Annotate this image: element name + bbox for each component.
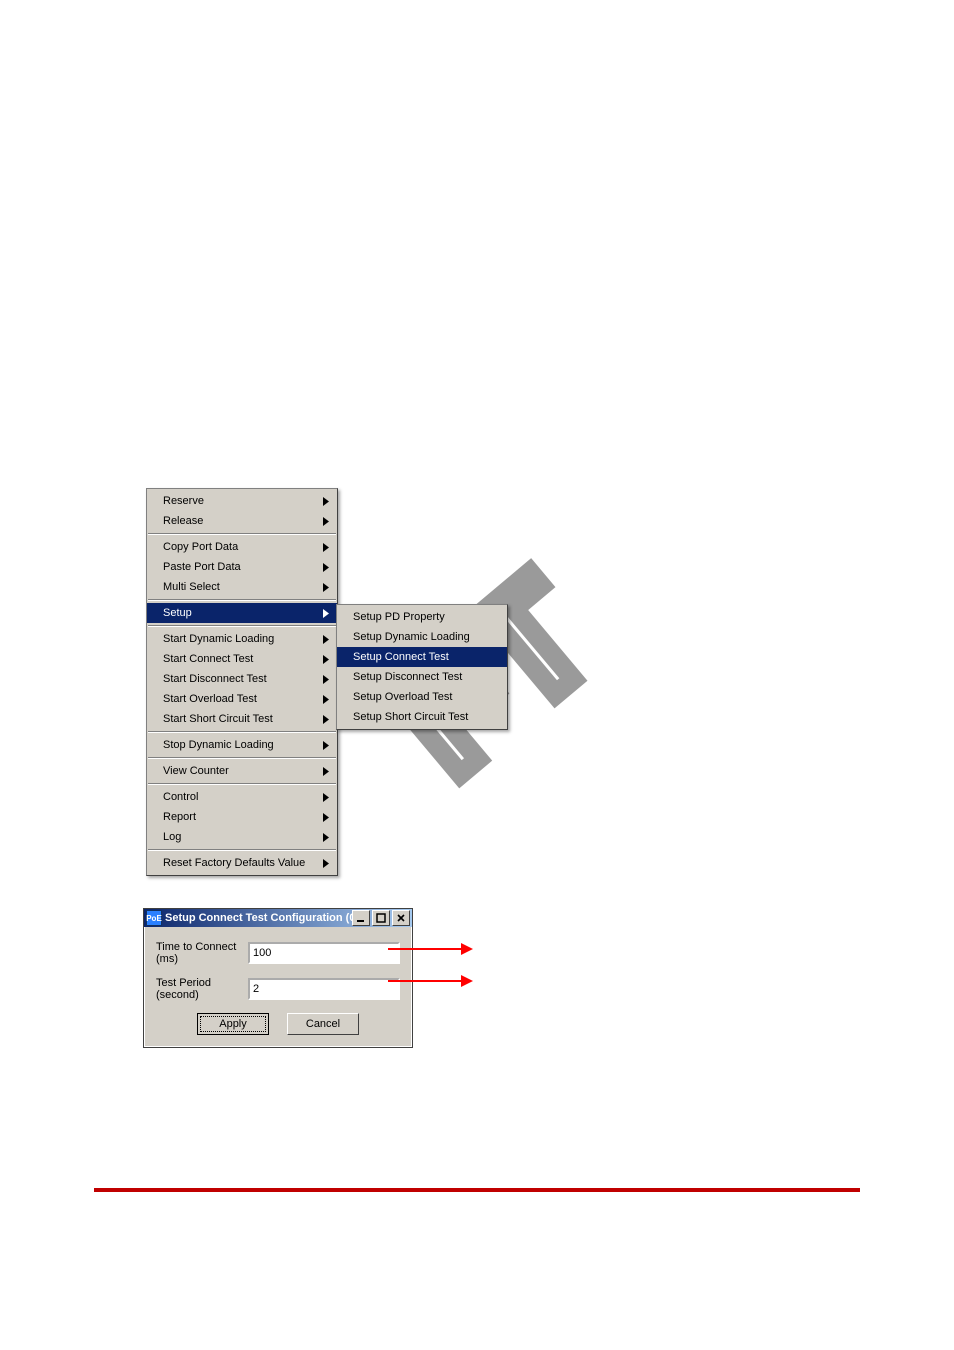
submenu-arrow-icon	[323, 563, 331, 572]
submenu-arrow-icon	[323, 833, 331, 842]
menu-item-multi-select[interactable]: Multi Select	[147, 577, 337, 597]
submenu-setup-overload-test[interactable]: Setup Overload Test	[337, 687, 507, 707]
test-period-label: Test Period (second)	[156, 977, 248, 1001]
apply-button[interactable]: Apply	[197, 1013, 269, 1035]
setup-connect-test-dialog: PoE Setup Connect Test Configuration (0.…	[143, 908, 413, 1048]
submenu-setup-disconnect-test[interactable]: Setup Disconnect Test	[337, 667, 507, 687]
menu-item-start-disconnect-test[interactable]: Start Disconnect Test	[147, 669, 337, 689]
dialog-title: Setup Connect Test Configuration (0...	[165, 912, 352, 924]
menu-item-setup[interactable]: Setup	[147, 603, 337, 623]
menu-separator	[148, 625, 336, 627]
submenu-arrow-icon	[323, 695, 331, 704]
menu-item-release[interactable]: Release	[147, 511, 337, 531]
time-to-connect-input[interactable]	[248, 942, 400, 964]
menu-item-label: Control	[163, 791, 198, 803]
menu-item-report[interactable]: Report	[147, 807, 337, 827]
menu-item-reserve[interactable]: Reserve	[147, 491, 337, 511]
submenu-arrow-icon	[323, 675, 331, 684]
menu-item-label: Start Dynamic Loading	[163, 633, 274, 645]
menu-item-label: Start Overload Test	[163, 693, 257, 705]
menu-item-view-counter[interactable]: View Counter	[147, 761, 337, 781]
menu-item-label: Setup Dynamic Loading	[353, 631, 470, 643]
menu-separator	[148, 757, 336, 759]
close-button[interactable]	[392, 910, 410, 926]
submenu-arrow-icon	[323, 715, 331, 724]
menu-item-label: Start Connect Test	[163, 653, 253, 665]
submenu-arrow-icon	[323, 583, 331, 592]
submenu-arrow-icon	[323, 517, 331, 526]
menu-item-label: Log	[163, 831, 181, 843]
time-to-connect-label: Time to Connect (ms)	[156, 941, 248, 965]
menu-item-label: Start Disconnect Test	[163, 673, 267, 685]
annotation-arrow-time-to-connect	[388, 948, 463, 950]
menu-separator	[148, 731, 336, 733]
submenu-arrow-icon	[323, 655, 331, 664]
menu-item-label: Multi Select	[163, 581, 220, 593]
menu-item-control[interactable]: Control	[147, 787, 337, 807]
menu-item-label: Setup Connect Test	[353, 651, 449, 663]
menu-separator	[148, 783, 336, 785]
dialog-titlebar[interactable]: PoE Setup Connect Test Configuration (0.…	[144, 909, 412, 927]
app-icon: PoE	[146, 910, 162, 926]
menu-item-reset-factory-defaults[interactable]: Reset Factory Defaults Value	[147, 853, 337, 873]
setup-submenu: Setup PD Property Setup Dynamic Loading …	[336, 604, 508, 730]
menu-item-start-short-circuit-test[interactable]: Start Short Circuit Test	[147, 709, 337, 729]
menu-item-start-connect-test[interactable]: Start Connect Test	[147, 649, 337, 669]
menu-item-label: Setup Short Circuit Test	[353, 711, 468, 723]
annotation-arrow-test-period	[388, 980, 463, 982]
menu-item-label: Release	[163, 515, 203, 527]
footer-rule	[94, 1188, 860, 1192]
menu-item-start-overload-test[interactable]: Start Overload Test	[147, 689, 337, 709]
menu-item-start-dynamic-loading[interactable]: Start Dynamic Loading	[147, 629, 337, 649]
menu-item-label: Setup Disconnect Test	[353, 671, 462, 683]
menu-separator	[148, 599, 336, 601]
submenu-arrow-icon	[323, 635, 331, 644]
test-period-input[interactable]	[248, 978, 400, 1000]
submenu-setup-connect-test[interactable]: Setup Connect Test	[337, 647, 507, 667]
menu-item-label: Paste Port Data	[163, 561, 241, 573]
menu-item-label: Report	[163, 811, 196, 823]
submenu-arrow-icon	[323, 497, 331, 506]
menu-separator	[148, 849, 336, 851]
submenu-arrow-icon	[323, 793, 331, 802]
menu-item-label: Copy Port Data	[163, 541, 238, 553]
menu-item-label: Setup	[163, 607, 192, 619]
menu-item-stop-dynamic-loading[interactable]: Stop Dynamic Loading	[147, 735, 337, 755]
submenu-arrow-icon	[323, 813, 331, 822]
menu-item-label: Setup PD Property	[353, 611, 445, 623]
cancel-button[interactable]: Cancel	[287, 1013, 359, 1035]
menu-item-label: Reserve	[163, 495, 204, 507]
menu-item-label: Reset Factory Defaults Value	[163, 857, 305, 869]
menu-item-label: View Counter	[163, 765, 229, 777]
maximize-button[interactable]	[372, 910, 390, 926]
submenu-arrow-icon	[323, 543, 331, 552]
submenu-arrow-icon	[323, 767, 331, 776]
menu-item-paste-port-data[interactable]: Paste Port Data	[147, 557, 337, 577]
context-menu: Reserve Release Copy Port Data Paste Por…	[146, 488, 338, 876]
submenu-arrow-icon	[323, 859, 331, 868]
menu-item-log[interactable]: Log	[147, 827, 337, 847]
menu-item-label: Stop Dynamic Loading	[163, 739, 274, 751]
submenu-setup-pd-property[interactable]: Setup PD Property	[337, 607, 507, 627]
menu-separator	[148, 533, 336, 535]
menu-item-label: Setup Overload Test	[353, 691, 452, 703]
submenu-arrow-icon	[323, 741, 331, 750]
submenu-setup-dynamic-loading[interactable]: Setup Dynamic Loading	[337, 627, 507, 647]
menu-item-copy-port-data[interactable]: Copy Port Data	[147, 537, 337, 557]
minimize-button[interactable]	[352, 910, 370, 926]
submenu-setup-short-circuit-test[interactable]: Setup Short Circuit Test	[337, 707, 507, 727]
menu-item-label: Start Short Circuit Test	[163, 713, 273, 725]
submenu-arrow-icon	[323, 609, 331, 618]
